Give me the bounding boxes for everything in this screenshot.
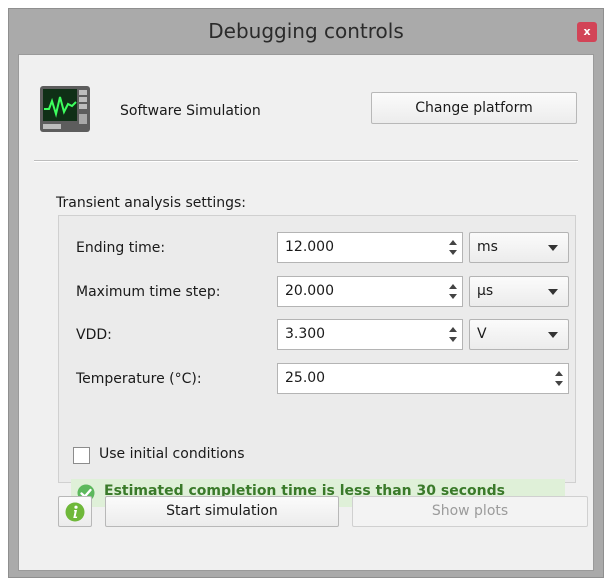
chevron-down-icon — [548, 332, 558, 338]
max-time-step-input[interactable]: 20.000 — [277, 276, 463, 307]
platform-label: Software Simulation — [120, 103, 261, 119]
close-button[interactable]: x — [577, 22, 597, 42]
ending-time-unit-select[interactable]: ms — [469, 232, 569, 263]
oscilloscope-monitor-icon — [40, 86, 90, 132]
window-title: Debugging controls — [208, 19, 404, 43]
temperature-label: Temperature (°C): — [76, 371, 202, 387]
divider — [34, 160, 578, 162]
debugging-controls-window: Debugging controls x Software Simulation… — [8, 8, 604, 578]
vdd-unit-select[interactable]: V — [469, 319, 569, 350]
use-initial-conditions-checkbox[interactable] — [73, 447, 90, 464]
vdd-unit-value: V — [477, 326, 487, 342]
dialog-body: Software Simulation Change platform Tran… — [18, 54, 594, 571]
chevron-down-icon — [548, 245, 558, 251]
vdd-input[interactable]: 3.300 — [277, 319, 463, 350]
temperature-input[interactable]: 25.00 — [277, 363, 569, 394]
ending-time-value: 12.000 — [285, 239, 334, 255]
ending-time-unit-value: ms — [477, 239, 498, 255]
change-platform-button[interactable]: Change platform — [371, 92, 577, 124]
vdd-value: 3.300 — [285, 326, 326, 342]
start-simulation-button[interactable]: Start simulation — [105, 496, 339, 527]
max-time-step-unit-value: µs — [477, 283, 494, 299]
spin-arrows-icon[interactable] — [447, 281, 459, 302]
transient-settings-title: Transient analysis settings: — [56, 195, 246, 211]
spin-arrows-icon[interactable] — [447, 237, 459, 258]
info-icon — [65, 502, 85, 522]
ending-time-input[interactable]: 12.000 — [277, 232, 463, 263]
vdd-label: VDD: — [76, 327, 112, 343]
transient-settings-group: Ending time: 12.000 ms Maximum time step… — [58, 215, 576, 507]
info-button[interactable] — [58, 496, 92, 527]
ending-time-label: Ending time: — [76, 240, 166, 256]
max-time-step-value: 20.000 — [285, 283, 334, 299]
max-time-step-unit-select[interactable]: µs — [469, 276, 569, 307]
chevron-down-icon — [548, 289, 558, 295]
spin-arrows-icon[interactable] — [553, 368, 565, 389]
max-time-step-label: Maximum time step: — [76, 284, 221, 300]
spin-arrows-icon[interactable] — [447, 324, 459, 345]
use-initial-conditions-label[interactable]: Use initial conditions — [99, 446, 245, 462]
title-bar[interactable]: Debugging controls x — [9, 9, 603, 53]
temperature-value: 25.00 — [285, 370, 326, 386]
show-plots-button[interactable]: Show plots — [352, 496, 588, 527]
